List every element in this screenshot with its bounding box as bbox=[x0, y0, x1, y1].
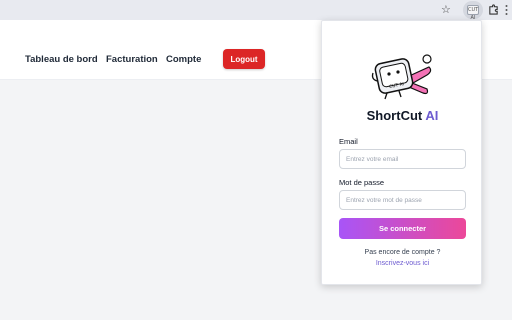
brand-title: ShortCut AI bbox=[322, 108, 483, 123]
extension-popup: CUT AI ShortCut AI Email Mot de passe Se… bbox=[321, 20, 482, 285]
nav-billing-link[interactable]: Facturation bbox=[106, 54, 158, 65]
puzzle-icon[interactable] bbox=[488, 4, 499, 15]
browser-toolbar: ☆ CUT AI bbox=[0, 0, 512, 21]
star-icon[interactable]: ☆ bbox=[441, 3, 451, 17]
signup-link[interactable]: Inscrivez-vous ici bbox=[322, 260, 483, 267]
password-label: Mot de passe bbox=[339, 178, 385, 187]
nav-dashboard-link[interactable]: Tableau de bord bbox=[25, 54, 98, 65]
logout-button[interactable]: Logout bbox=[223, 49, 265, 69]
shortcut-logo-icon: CUT AI bbox=[371, 54, 432, 100]
email-input[interactable] bbox=[339, 149, 466, 169]
nav-account-link[interactable]: Compte bbox=[166, 54, 201, 65]
no-account-text: Pas encore de compte ? bbox=[364, 249, 441, 256]
password-input[interactable] bbox=[339, 190, 466, 210]
email-label: Email bbox=[339, 137, 358, 146]
login-button[interactable]: Se connecter bbox=[339, 218, 466, 239]
brand-suffix: AI bbox=[425, 108, 439, 123]
brand-name: ShortCut bbox=[366, 108, 423, 123]
extension-button[interactable]: CUT AI bbox=[463, 1, 483, 21]
shortcut-extension-icon: CUT AI bbox=[467, 5, 479, 21]
kebab-menu-icon[interactable] bbox=[505, 4, 508, 16]
